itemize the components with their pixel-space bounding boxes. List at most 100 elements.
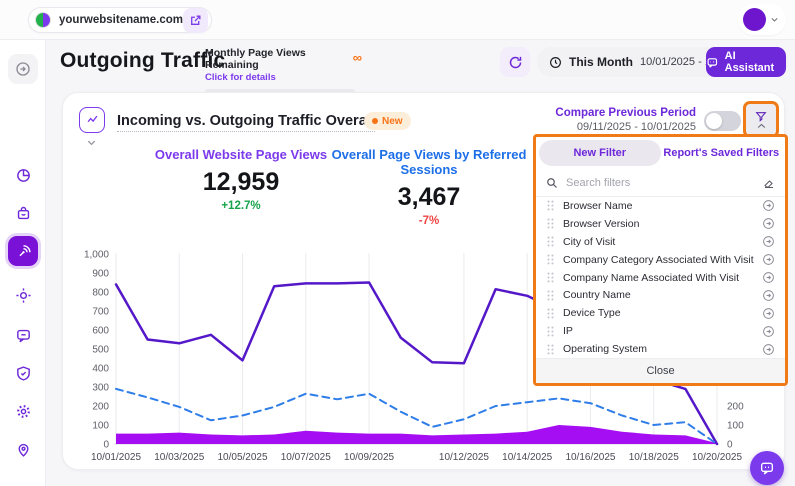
ai-assistant-button[interactable]: AI Assistant xyxy=(706,47,786,77)
card-collapse-button[interactable] xyxy=(86,135,97,153)
radar-icon xyxy=(15,243,32,260)
tab-saved-filters[interactable]: Report's Saved Filters xyxy=(661,140,783,166)
filter-button[interactable] xyxy=(743,101,779,138)
compare-label: Compare Previous Period xyxy=(526,107,696,119)
svg-text:10/07/2025: 10/07/2025 xyxy=(281,452,331,463)
quota-label: Monthly Page Views Remaining xyxy=(205,47,360,71)
svg-text:10/05/2025: 10/05/2025 xyxy=(217,452,267,463)
arrow-right-circle-icon[interactable] xyxy=(762,307,775,320)
brand-logo-icon xyxy=(35,12,51,28)
sidebar-item-location[interactable] xyxy=(8,434,38,464)
sidebar-item-outgoing-traffic[interactable] xyxy=(8,236,38,266)
website-name: yourwebsitename.com xyxy=(59,14,183,26)
tab-new-filter[interactable]: New Filter xyxy=(539,140,661,166)
drag-handle-icon[interactable] xyxy=(546,272,555,283)
sidebar-item-visitors[interactable] xyxy=(8,280,38,310)
clock-icon xyxy=(549,56,562,69)
sidebar-expand-button[interactable] xyxy=(8,54,38,84)
eraser-icon[interactable] xyxy=(763,177,775,189)
arrow-right-circle-icon[interactable] xyxy=(762,235,775,248)
funnel-icon xyxy=(754,110,768,123)
filter-item-company-name[interactable]: Company Name Associated With Visit xyxy=(536,269,785,287)
filter-list: Browser Name Browser Version City of Vis… xyxy=(536,197,785,358)
filter-item-browser-name[interactable]: Browser Name xyxy=(536,197,785,215)
filter-item-operating-system[interactable]: Operating System xyxy=(536,340,785,358)
sidebar-item-dashboard[interactable] xyxy=(8,160,38,190)
arrow-right-circle-icon[interactable] xyxy=(762,325,775,338)
external-link-icon xyxy=(189,14,202,27)
arrow-right-circle-icon[interactable] xyxy=(762,253,775,266)
filter-item-label: Company Name Associated With Visit xyxy=(563,272,754,284)
svg-text:1,000: 1,000 xyxy=(84,250,109,261)
drag-handle-icon[interactable] xyxy=(546,200,555,211)
quota-details-link[interactable]: Click for details xyxy=(205,72,360,83)
sidebar-item-communication[interactable] xyxy=(8,320,38,350)
filter-item-company-category[interactable]: Company Category Associated With Visit xyxy=(536,251,785,269)
filter-close-button[interactable]: Close xyxy=(536,358,785,383)
filter-item-label: City of Visit xyxy=(563,236,754,248)
refresh-button[interactable] xyxy=(500,47,530,77)
compare-range: 09/11/2025 - 10/01/2025 xyxy=(526,121,696,133)
compare-widget: Compare Previous Period 09/11/2025 - 10/… xyxy=(526,107,696,133)
drag-handle-icon[interactable] xyxy=(546,326,555,337)
sidebar-item-settings[interactable] xyxy=(8,396,38,426)
quota-value: ∞ xyxy=(353,50,362,65)
svg-text:10/20/2025: 10/20/2025 xyxy=(692,452,742,463)
svg-text:10/12/2025: 10/12/2025 xyxy=(439,452,489,463)
new-badge: New xyxy=(364,112,411,130)
pin-icon xyxy=(15,441,32,458)
ai-assistant-label: AI Assistant xyxy=(725,50,786,74)
svg-text:200: 200 xyxy=(727,402,744,413)
filter-tabs: New Filter Report's Saved Filters xyxy=(536,137,785,169)
compare-toggle[interactable] xyxy=(704,111,741,131)
arrow-right-circle-icon[interactable] xyxy=(762,271,775,284)
filter-item-ip[interactable]: IP xyxy=(536,322,785,340)
svg-text:0: 0 xyxy=(103,440,109,451)
sidebar-item-privacy[interactable] xyxy=(8,358,38,388)
app-root: yourwebsitename.com xyxy=(0,0,795,486)
filter-item-label: Country Name xyxy=(563,289,754,301)
drag-handle-icon[interactable] xyxy=(546,236,555,247)
filter-item-label: Browser Version xyxy=(563,218,754,230)
account-menu[interactable] xyxy=(738,4,786,35)
arrow-right-circle-icon[interactable] xyxy=(762,289,775,302)
refresh-icon xyxy=(508,55,523,70)
drag-handle-icon[interactable] xyxy=(546,254,555,265)
drag-handle-icon[interactable] xyxy=(546,218,555,229)
filter-panel: New Filter Report's Saved Filters Browse… xyxy=(533,134,788,386)
card-title: Incoming vs. Outgoing Traffic Overall xyxy=(117,113,375,132)
arrow-right-circle-icon[interactable] xyxy=(762,217,775,230)
filter-item-country-name[interactable]: Country Name xyxy=(536,286,785,304)
drag-handle-icon[interactable] xyxy=(546,344,555,355)
ai-chat-icon xyxy=(706,56,719,69)
filter-search-row xyxy=(536,169,785,197)
svg-text:400: 400 xyxy=(92,364,109,375)
drag-handle-icon[interactable] xyxy=(546,290,555,301)
filter-item-label: Device Type xyxy=(563,307,754,319)
sidebar-item-modules[interactable] xyxy=(8,198,38,228)
search-icon xyxy=(546,177,558,189)
svg-text:200: 200 xyxy=(92,402,109,413)
svg-text:600: 600 xyxy=(92,326,109,337)
arrow-right-circle-icon[interactable] xyxy=(762,199,775,212)
chevron-down-icon xyxy=(770,15,779,24)
support-chat-button[interactable] xyxy=(750,451,784,485)
metric-value: 3,467 xyxy=(304,183,554,212)
open-website-button[interactable] xyxy=(183,8,208,33)
filter-item-label: Operating System xyxy=(563,343,754,355)
svg-text:900: 900 xyxy=(92,269,109,280)
filter-search-input[interactable] xyxy=(566,177,755,189)
filter-item-label: Browser Name xyxy=(563,200,754,212)
card-chart-icon xyxy=(79,107,105,133)
drag-handle-icon[interactable] xyxy=(546,308,555,319)
page-title: Outgoing Traffic xyxy=(60,49,225,73)
filter-item-browser-version[interactable]: Browser Version xyxy=(536,215,785,233)
filter-item-device-type[interactable]: Device Type xyxy=(536,304,785,322)
sidebar xyxy=(0,40,46,486)
arrow-right-circle-icon[interactable] xyxy=(762,343,775,356)
top-bar: yourwebsitename.com xyxy=(0,0,795,40)
avatar xyxy=(743,8,766,31)
shield-icon xyxy=(15,365,32,382)
filter-item-city-of-visit[interactable]: City of Visit xyxy=(536,233,785,251)
chat-bubble-icon xyxy=(759,460,775,476)
